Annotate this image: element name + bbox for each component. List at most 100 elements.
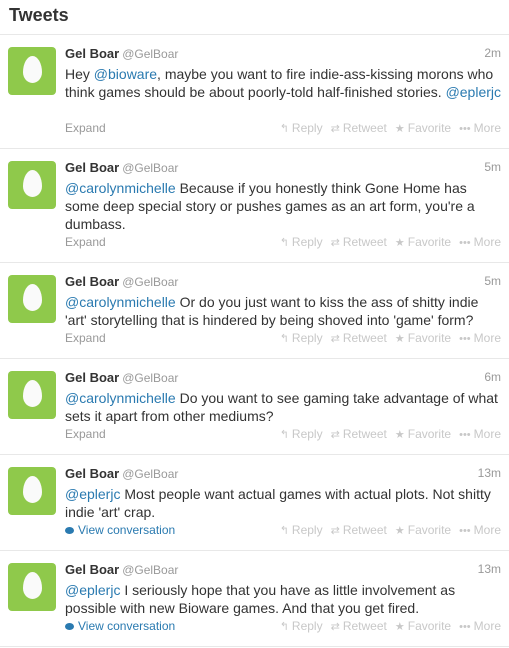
reply-arrow-icon: ↰: [279, 237, 289, 249]
tweet-timestamp[interactable]: 2m: [484, 46, 501, 60]
user-handle[interactable]: @GelBoar: [122, 371, 178, 385]
view-conversation-label: View conversation: [78, 523, 176, 537]
reply-button[interactable]: ↰ Reply: [280, 427, 323, 441]
tweet[interactable]: Gel Boar @GelBoar 2m Hey @bioware, maybe yo…: [0, 35, 509, 149]
user-name[interactable]: Gel Boar: [65, 274, 119, 289]
user-handle[interactable]: @GelBoar: [122, 161, 178, 175]
tweet[interactable]: Gel Boar @GelBoar 5m @carolynmichelle Or do…: [0, 263, 509, 359]
reply-button[interactable]: ↰ Reply: [280, 331, 323, 345]
user-handle[interactable]: @GelBoar: [122, 563, 178, 577]
tweet-footer: Expand ↰ Reply ⇄ Retweet ★ Favorite ••• More: [65, 427, 501, 443]
more-button[interactable]: ••• More: [459, 619, 501, 633]
mention-link[interactable]: @bioware: [94, 66, 157, 82]
tweet-header: Gel Boar @GelBoar 5m: [65, 159, 501, 177]
retweet-button[interactable]: ⇄ Retweet: [331, 235, 387, 249]
avatar[interactable]: [8, 275, 56, 323]
avatar[interactable]: [8, 161, 56, 209]
user-handle[interactable]: @GelBoar: [122, 467, 178, 481]
default-egg-avatar-icon: [23, 170, 42, 197]
favorite-button[interactable]: ★ Favorite: [395, 619, 451, 633]
reply-button[interactable]: ↰ Reply: [280, 619, 323, 633]
retweet-icon: ⇄: [330, 621, 340, 633]
mention-link[interactable]: @carolynmichelle: [65, 294, 176, 310]
tweet[interactable]: Gel Boar @GelBoar 5m @carolynmichelle Becau…: [0, 149, 509, 263]
star-icon: ★: [394, 525, 405, 537]
tweet-timestamp[interactable]: 5m: [484, 160, 501, 174]
retweet-label: Retweet: [342, 523, 387, 537]
reply-button[interactable]: ↰ Reply: [280, 235, 323, 249]
view-conversation-link[interactable]: View conversation: [65, 523, 175, 537]
avatar[interactable]: [8, 563, 56, 611]
user-name[interactable]: Gel Boar: [65, 160, 119, 175]
tweet-footer: View conversation ↰ Reply ⇄ Retweet ★ Favorite…: [65, 619, 501, 635]
reply-arrow-icon: ↰: [279, 429, 289, 441]
more-button[interactable]: ••• More: [459, 121, 501, 135]
expand-link[interactable]: Expand: [65, 235, 106, 249]
reply-label: Reply: [291, 235, 323, 249]
retweet-button[interactable]: ⇄ Retweet: [331, 523, 387, 537]
more-button[interactable]: ••• More: [459, 331, 501, 345]
tweet[interactable]: Gel Boar @GelBoar 13m @eplerjc Most people …: [0, 455, 509, 551]
mention-link[interactable]: @carolynmichelle: [65, 180, 176, 196]
star-icon: ★: [394, 237, 405, 249]
expand-link[interactable]: Expand: [65, 331, 106, 345]
more-label: More: [473, 619, 501, 633]
retweet-icon: ⇄: [330, 237, 340, 249]
avatar[interactable]: [8, 467, 56, 515]
reply-button[interactable]: ↰ Reply: [280, 121, 323, 135]
tweet-content: Gel Boar @GelBoar 5m @carolynmichelle Or do…: [65, 273, 501, 329]
retweet-button[interactable]: ⇄ Retweet: [331, 427, 387, 441]
user-handle[interactable]: @GelBoar: [122, 275, 178, 289]
more-button[interactable]: ••• More: [459, 427, 501, 441]
tweet-timestamp[interactable]: 13m: [478, 466, 501, 480]
ellipsis-icon: •••: [459, 333, 471, 345]
user-name[interactable]: Gel Boar: [65, 466, 119, 481]
more-button[interactable]: ••• More: [459, 235, 501, 249]
default-egg-avatar-icon: [23, 284, 42, 311]
favorite-button[interactable]: ★ Favorite: [395, 121, 451, 135]
tweet-content: Gel Boar @GelBoar 6m @carolynmichelle Do yo…: [65, 369, 501, 425]
mention-link[interactable]: @eplerjc: [65, 486, 120, 502]
favorite-button[interactable]: ★ Favorite: [395, 523, 451, 537]
user-handle[interactable]: @GelBoar: [122, 47, 178, 61]
more-button[interactable]: ••• More: [459, 523, 501, 537]
retweet-button[interactable]: ⇄ Retweet: [331, 331, 387, 345]
favorite-label: Favorite: [407, 523, 452, 537]
mention-link[interactable]: @eplerjc: [446, 84, 501, 100]
favorite-button[interactable]: ★ Favorite: [395, 427, 451, 441]
tweet-timestamp[interactable]: 5m: [484, 274, 501, 288]
tweet[interactable]: Gel Boar @GelBoar 13m @eplerjc I seriously …: [0, 551, 509, 647]
tweet-content: Gel Boar @GelBoar 13m @eplerjc I seriously …: [65, 561, 501, 617]
expand-link[interactable]: Expand: [65, 121, 106, 135]
star-icon: ★: [394, 333, 405, 345]
more-label: More: [473, 523, 501, 537]
user-name[interactable]: Gel Boar: [65, 562, 119, 577]
favorite-label: Favorite: [407, 121, 452, 135]
mention-link[interactable]: @eplerjc: [65, 582, 120, 598]
retweet-button[interactable]: ⇄ Retweet: [331, 121, 387, 135]
retweet-button[interactable]: ⇄ Retweet: [331, 619, 387, 633]
reply-button[interactable]: ↰ Reply: [280, 523, 323, 537]
page-title: Tweets: [9, 5, 69, 25]
avatar[interactable]: [8, 47, 56, 95]
favorite-button[interactable]: ★ Favorite: [395, 235, 451, 249]
view-conversation-label: View conversation: [78, 619, 176, 633]
tweet-timestamp[interactable]: 6m: [484, 370, 501, 384]
view-conversation-link[interactable]: View conversation: [65, 619, 175, 633]
tweet-actions: ↰ Reply ⇄ Retweet ★ Favorite ••• More: [272, 619, 501, 633]
tweet-header: Gel Boar @GelBoar 13m: [65, 465, 501, 483]
tweet-timestamp[interactable]: 13m: [478, 562, 501, 576]
expand-link[interactable]: Expand: [65, 427, 106, 441]
tweet[interactable]: Gel Boar @GelBoar 6m @carolynmichelle Do yo…: [0, 359, 509, 455]
retweet-label: Retweet: [342, 619, 387, 633]
avatar[interactable]: [8, 371, 56, 419]
timeline-header: Tweets: [0, 0, 509, 35]
ellipsis-icon: •••: [459, 237, 471, 249]
default-egg-avatar-icon: [23, 572, 42, 599]
default-egg-avatar-icon: [23, 380, 42, 407]
user-name[interactable]: Gel Boar: [65, 46, 119, 61]
user-name[interactable]: Gel Boar: [65, 370, 119, 385]
reply-label: Reply: [291, 427, 323, 441]
favorite-button[interactable]: ★ Favorite: [395, 331, 451, 345]
mention-link[interactable]: @carolynmichelle: [65, 390, 176, 406]
